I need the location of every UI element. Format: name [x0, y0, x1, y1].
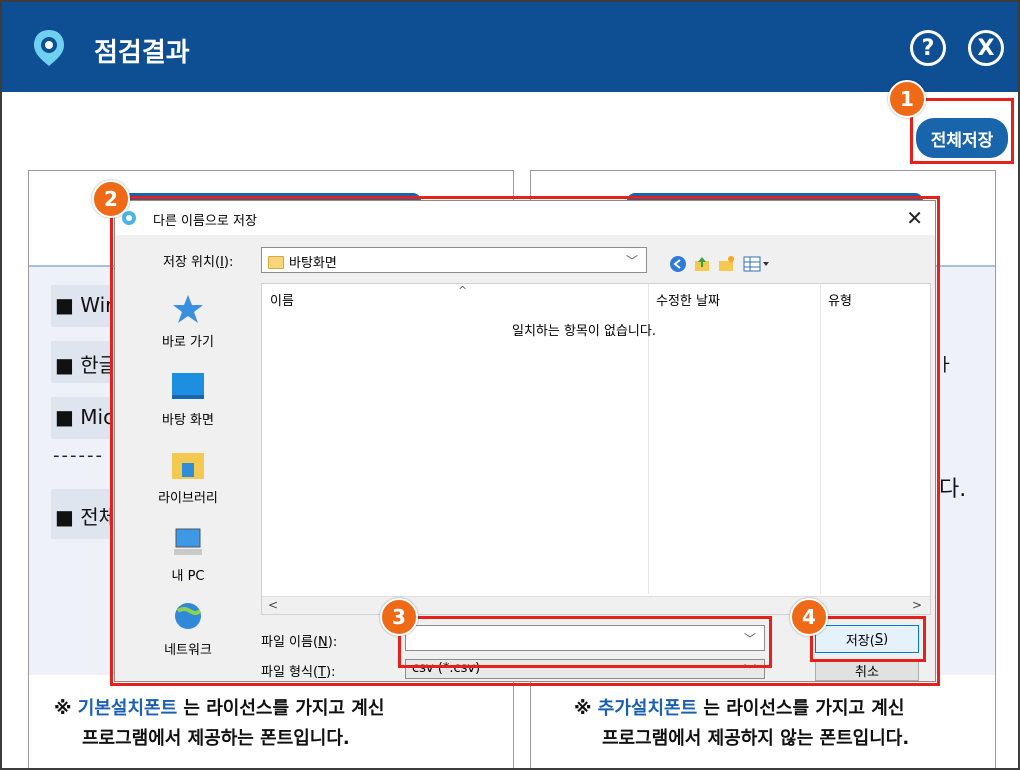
filetype-label: 파일 형식(T): [261, 665, 336, 680]
app-window: 점검결과 ? X 전체저장 1 ■ Wir ■ 한글 ■ Mic ------ … [0, 0, 1020, 770]
list-item: ■ 전체 [51, 489, 111, 539]
app-title: 점검결과 [94, 38, 190, 68]
help-button[interactable]: ? [910, 30, 946, 66]
computer-icon [174, 528, 202, 555]
scroll-right-icon[interactable]: > [912, 598, 922, 612]
location-combobox[interactable]: 바탕화면 ﹀ [261, 247, 647, 273]
location-label: 저장 위치(I): [163, 255, 234, 270]
text-fragment: 다. [939, 477, 967, 502]
horizontal-scrollbar[interactable]: < > [262, 596, 930, 614]
filename-label: 파일 이름(N): [261, 635, 338, 650]
filename-input[interactable]: ﹀ [405, 625, 765, 651]
step-badge-1: 1 [888, 80, 926, 118]
place-library[interactable]: 라이브러리 [129, 449, 247, 506]
step-badge-4: 4 [790, 598, 828, 636]
left-note: ※ 기본설치폰트 는 라이선스를 가지고 계신 프로그램에서 제공하는 폰트입니… [54, 698, 385, 749]
library-icon [172, 453, 204, 479]
back-icon[interactable] [669, 255, 687, 273]
dialog-title: 다른 이름으로 저장 [153, 214, 257, 229]
empty-message: 일치하는 항목이 없습니다. [512, 324, 656, 339]
place-quick-access[interactable]: 바로 가기 [129, 293, 247, 350]
text-fragment: ㅏ [937, 355, 954, 376]
save-button[interactable]: 저장(S) [815, 625, 919, 653]
place-network[interactable]: 네트워크 [129, 601, 247, 658]
dialog-close-button[interactable]: ✕ [906, 206, 923, 230]
column-header-date[interactable]: 수정한 날짜 [656, 290, 720, 309]
column-divider [820, 284, 821, 594]
network-icon [175, 603, 202, 629]
dialog-title-bar: 다른 이름으로 저장 ✕ [115, 201, 935, 235]
file-list[interactable]: 이름 ^ 수정한 날짜 유형 일치하는 항목이 없습니다. < > [261, 283, 931, 615]
new-folder-icon[interactable] [717, 255, 735, 273]
desktop-icon [172, 373, 204, 399]
filetype-select[interactable]: csv (*.csv) ﹀ [405, 659, 765, 679]
place-this-pc[interactable]: 내 PC [129, 527, 247, 584]
chevron-down-icon[interactable]: ﹀ [744, 661, 756, 678]
column-header-name[interactable]: 이름 [270, 290, 294, 309]
star-icon [173, 295, 203, 323]
cancel-button[interactable]: 취소 [815, 659, 919, 681]
column-header-type[interactable]: 유형 [828, 290, 852, 309]
chevron-down-icon: ﹀ [625, 254, 638, 268]
places-bar: 바로 가기 바탕 화면 라이브러리 내 PC 네트워크 [129, 283, 247, 663]
list-item: ■ Mic [51, 397, 111, 439]
divider: ------ [53, 445, 104, 466]
save-all-button[interactable]: 전체저장 [916, 118, 1008, 158]
step-badge-2: 2 [92, 180, 130, 218]
title-bar: 점검결과 ? X [2, 2, 1018, 92]
scroll-left-icon[interactable]: < [268, 598, 278, 612]
list-item: ■ 한글 [51, 341, 111, 383]
step-badge-3: 3 [380, 598, 418, 636]
right-note: ※ 추가설치폰트 는 라이선스를 가지고 계신 프로그램에서 제공하지 않는 폰… [574, 698, 910, 749]
list-item: ■ Wir [51, 285, 111, 327]
chevron-down-icon[interactable]: ﹀ [744, 630, 756, 647]
folder-icon [268, 256, 284, 269]
sort-up-icon: ^ [458, 284, 468, 297]
up-folder-icon[interactable] [693, 255, 711, 273]
app-logo-icon [34, 30, 64, 66]
view-menu-icon[interactable] [743, 255, 773, 273]
close-button[interactable]: X [968, 30, 1004, 66]
place-desktop[interactable]: 바탕 화면 [129, 371, 247, 428]
